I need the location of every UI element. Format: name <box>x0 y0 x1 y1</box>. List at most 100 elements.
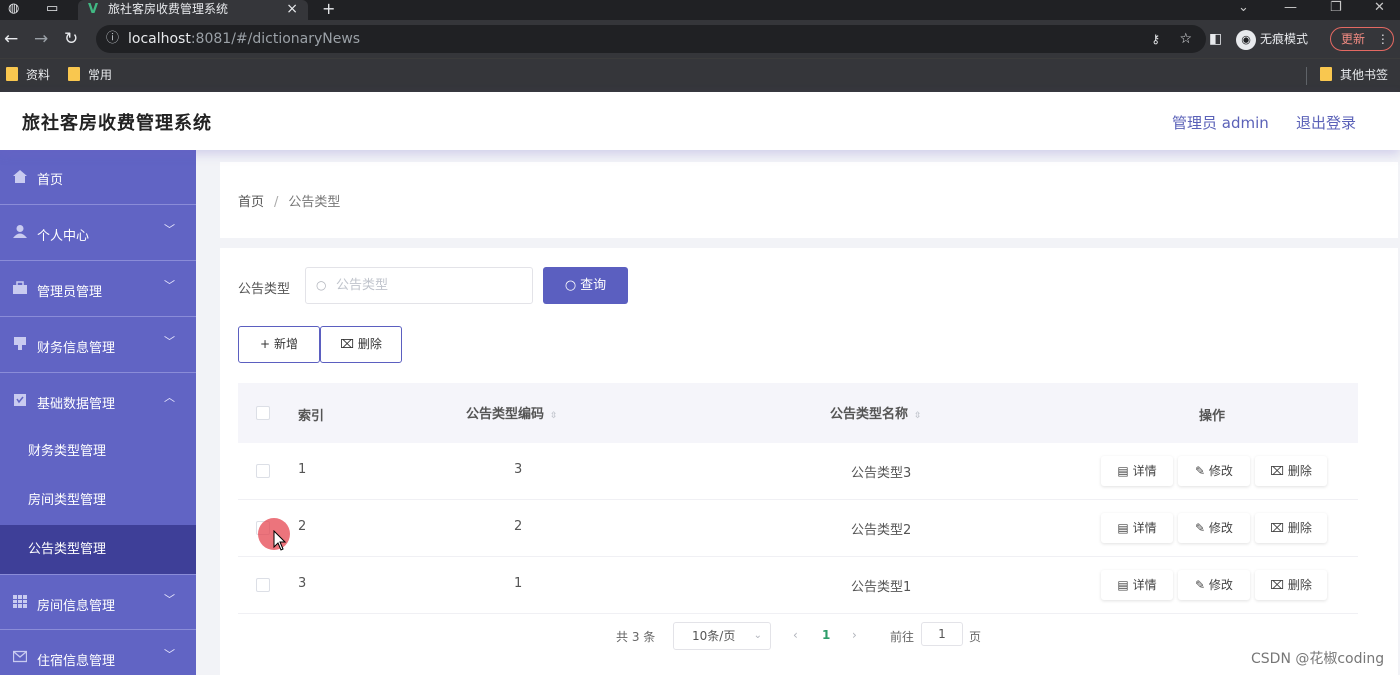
incognito-indicator[interactable]: ◉ 无痕模式 <box>1236 28 1308 50</box>
sidebar-subitem-finance-type[interactable]: 财务类型管理 <box>0 427 196 476</box>
globe-icon[interactable]: ◍ <box>8 0 19 18</box>
row-checkbox[interactable] <box>256 464 270 478</box>
mail-icon <box>13 650 27 663</box>
sidebar-item-profile[interactable]: 个人中心 ﹀ <box>0 205 196 261</box>
prev-page-icon[interactable]: ‹ <box>793 628 798 642</box>
row-checkbox[interactable] <box>256 578 270 592</box>
bookmark-label: 资料 <box>26 68 51 82</box>
browser-tab[interactable]: V 旅社客房收费管理系统 × <box>78 0 308 20</box>
update-label: 更新 <box>1341 32 1366 46</box>
trash-icon: ⌧ <box>340 337 354 351</box>
delete-button[interactable]: ⌧ 删除 <box>1255 513 1327 543</box>
cell-code: 1 <box>514 576 523 591</box>
chevron-up-icon: ︿ <box>164 391 175 404</box>
update-button[interactable]: 更新 ⋮ <box>1330 27 1394 51</box>
bookmark-label: 其他书签 <box>1340 68 1389 82</box>
column-header-name[interactable]: 公告类型名称 ⇳ <box>830 403 922 422</box>
key-icon[interactable]: ⚷ <box>1151 25 1160 53</box>
close-tab-icon[interactable]: × <box>286 0 298 18</box>
folder-icon <box>1320 67 1332 81</box>
column-header-code[interactable]: 公告类型编码 ⇳ <box>466 403 558 422</box>
bookmark-folder[interactable]: 常用 <box>68 67 112 83</box>
edit-label: 修改 <box>1208 464 1233 478</box>
delete-label: 删除 <box>1287 521 1312 535</box>
logout-link[interactable]: 退出登录 <box>1296 112 1356 133</box>
sidebar-item-home[interactable]: 首页 <box>0 150 196 205</box>
incognito-label: 无痕模式 <box>1260 32 1309 46</box>
other-bookmarks[interactable]: 其他书签 <box>1320 67 1388 83</box>
restore-icon[interactable]: ❐ <box>1330 0 1342 16</box>
delete-label: 删除 <box>1287 464 1312 478</box>
edit-button[interactable]: ✎ 修改 <box>1178 456 1250 486</box>
vue-logo-icon: V <box>88 2 99 17</box>
detail-label: 详情 <box>1132 578 1157 592</box>
tab-overview-icon[interactable]: ▭ <box>46 0 58 18</box>
sidebar-item-admin[interactable]: 管理员管理 ﹀ <box>0 261 196 317</box>
add-button[interactable]: + 新增 <box>238 326 320 363</box>
goto-prefix: 前往 <box>890 630 915 644</box>
edit-icon: ✎ <box>1195 464 1209 478</box>
tab-search-icon[interactable]: ⌄ <box>1238 0 1249 16</box>
bulk-delete-button[interactable]: ⌧ 删除 <box>320 326 402 363</box>
reload-icon[interactable]: ↻ <box>64 29 78 49</box>
delete-button[interactable]: ⌧ 删除 <box>1255 456 1327 486</box>
trash-icon: ⌧ <box>1270 578 1288 592</box>
chevron-down-icon: ⌄ <box>753 630 762 641</box>
edit-button[interactable]: ✎ 修改 <box>1178 570 1250 600</box>
detail-button[interactable]: ▤ 详情 <box>1101 513 1173 543</box>
cell-index: 2 <box>298 519 307 534</box>
sidebar-item-label: 房间信息管理 <box>37 599 116 614</box>
search-input[interactable]: ○ 公告类型 <box>305 267 533 304</box>
sidebar-item-room-info[interactable]: 房间信息管理 ﹀ <box>0 574 196 630</box>
plus-icon: + <box>259 337 271 351</box>
page-size-select[interactable]: 10条/页 ⌄ <box>673 622 771 650</box>
select-all-checkbox[interactable] <box>256 406 270 420</box>
bookmark-folder[interactable]: 资料 <box>6 67 50 83</box>
chevron-down-icon: ﹀ <box>164 648 175 661</box>
edit-icon: ✎ <box>1195 521 1209 535</box>
sidebar-subitem-notice-type[interactable]: 公告类型管理 <box>0 525 196 574</box>
sidebar-item-finance[interactable]: 财务信息管理 ﹀ <box>0 317 196 373</box>
url-host: localhost <box>128 31 191 47</box>
sort-icon[interactable]: ⇳ <box>914 411 922 421</box>
sidebar-toggle-icon[interactable]: ◧ <box>1209 29 1222 49</box>
chevron-down-icon: ﹀ <box>164 335 175 348</box>
query-button[interactable]: ○ 查询 <box>543 267 628 304</box>
pagination: 共 3 条 10条/页 ⌄ ‹ 1 › 前往 1 页 <box>616 622 1016 652</box>
site-info-icon[interactable]: ⓘ <box>106 25 119 53</box>
back-icon[interactable]: ← <box>4 29 18 49</box>
minimize-icon[interactable]: — <box>1284 0 1297 16</box>
close-window-icon[interactable]: ✕ <box>1374 0 1385 16</box>
sidebar-item-stay-info[interactable]: 住宿信息管理 ﹀ <box>0 630 196 675</box>
cell-name: 公告类型2 <box>851 523 912 538</box>
goto-page-input[interactable]: 1 <box>921 622 963 646</box>
delete-button[interactable]: ⌧ 删除 <box>1255 570 1327 600</box>
breadcrumb-home[interactable]: 首页 <box>238 195 264 210</box>
forward-icon[interactable]: → <box>34 29 48 49</box>
more-menu-icon[interactable]: ⋮ <box>1377 32 1389 46</box>
url-field[interactable]: ⓘ localhost:8081/#/dictionaryNews ⚷ ☆ <box>96 25 1206 53</box>
bookmark-label: 常用 <box>88 68 113 82</box>
trash-icon: ⌧ <box>1270 521 1288 535</box>
folder-icon <box>6 67 18 81</box>
cell-name: 公告类型3 <box>851 466 912 481</box>
bookmarks-divider <box>1306 67 1307 85</box>
chevron-down-icon: ﹀ <box>164 593 175 606</box>
page-number-current[interactable]: 1 <box>822 628 830 642</box>
edit-button[interactable]: ✎ 修改 <box>1178 513 1250 543</box>
detail-button[interactable]: ▤ 详情 <box>1101 570 1173 600</box>
sort-icon[interactable]: ⇳ <box>550 411 558 421</box>
breadcrumb-current: 公告类型 <box>288 195 341 210</box>
next-page-icon[interactable]: › <box>852 628 857 642</box>
main-card: 公告类型 ○ 公告类型 ○ 查询 + 新增 ⌧ 删除 索引 公告类型编码 ⇳ 公告类型名… <box>220 248 1398 675</box>
sidebar-item-basic-data[interactable]: 基础数据管理 ︿ <box>0 373 196 429</box>
detail-button[interactable]: ▤ 详情 <box>1101 456 1173 486</box>
incognito-icon: ◉ <box>1236 29 1256 50</box>
new-tab-icon[interactable]: + <box>322 0 335 18</box>
sidebar-subitem-room-type[interactable]: 房间类型管理 <box>0 476 196 525</box>
query-label: 查询 <box>580 278 607 293</box>
bookmark-star-icon[interactable]: ☆ <box>1179 25 1192 53</box>
tab-title: 旅社客房收费管理系统 <box>108 2 229 16</box>
grid-icon <box>13 595 27 608</box>
column-header-label: 公告类型编码 <box>466 407 545 422</box>
